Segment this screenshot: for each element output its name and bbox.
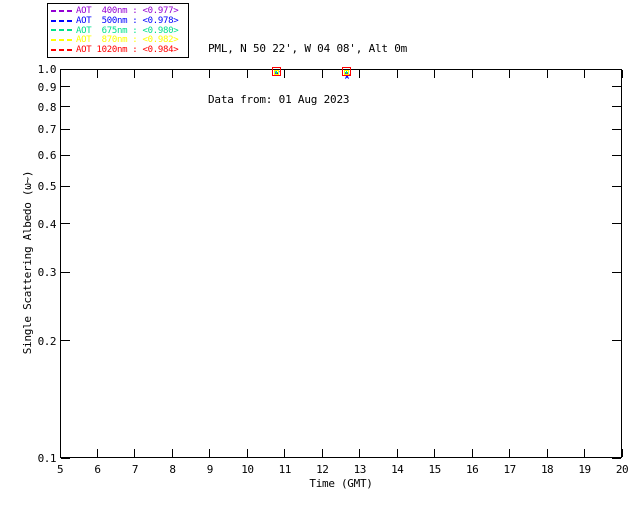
legend-item: AOT 500nm : <0.978>: [50, 16, 188, 26]
data-marker-square: [272, 67, 281, 76]
y-tick: [61, 272, 70, 273]
y-axis-label: Single Scattering Albedo (ω~): [21, 68, 34, 457]
station-title: PML, N 50 22', W 04 08', Alt 0m: [208, 40, 407, 57]
legend-dash-line: [51, 10, 73, 12]
legend-label: AOT 675nm : <0.980>: [76, 26, 178, 36]
y-tick-right: [612, 186, 621, 187]
y-tick: [61, 155, 70, 156]
legend-item: AOT 1020nm : <0.984>: [50, 45, 188, 55]
ssa-plot-canvas: AOT 400nm : <0.977>AOT 500nm : <0.978>AO…: [0, 0, 640, 512]
x-tick-label: 16: [458, 463, 486, 476]
x-tick-top: [472, 70, 473, 78]
x-tick: [584, 449, 585, 457]
x-tick-label: 18: [533, 463, 561, 476]
legend-item: AOT 675nm : <0.980>: [50, 26, 188, 36]
x-tick-label: 19: [571, 463, 599, 476]
x-tick: [509, 449, 510, 457]
legend-item: AOT 870nm : <0.982>: [50, 35, 188, 45]
x-tick-top: [359, 70, 360, 78]
x-tick: [60, 449, 61, 457]
x-tick-label: 7: [121, 463, 149, 476]
x-tick-top: [434, 70, 435, 78]
legend-box: AOT 400nm : <0.977>AOT 500nm : <0.978>AO…: [47, 3, 189, 58]
legend-label: AOT 400nm : <0.977>: [76, 6, 178, 16]
x-tick-top: [509, 70, 510, 78]
legend-label: AOT 1020nm : <0.984>: [76, 45, 178, 55]
y-tick-right: [612, 129, 621, 130]
x-tick: [472, 449, 473, 457]
x-axis-label: Time (GMT): [281, 477, 401, 490]
x-tick-top: [172, 70, 173, 78]
x-tick: [359, 449, 360, 457]
x-tick-top: [97, 70, 98, 78]
x-tick: [547, 449, 548, 457]
y-tick: [61, 186, 70, 187]
y-tick: [61, 458, 70, 459]
legend-item: AOT 400nm : <0.977>: [50, 6, 188, 16]
legend-dash-line: [51, 29, 73, 31]
x-tick: [397, 449, 398, 457]
x-tick-top: [547, 70, 548, 78]
x-tick-label: 6: [83, 463, 111, 476]
x-tick-label: 12: [308, 463, 336, 476]
x-tick-label: 8: [158, 463, 186, 476]
x-tick-top: [622, 70, 623, 78]
x-tick-top: [60, 70, 61, 78]
y-tick: [61, 86, 70, 87]
y-tick: [61, 223, 70, 224]
legend-dash-line: [51, 39, 73, 41]
x-tick-top: [322, 70, 323, 78]
y-tick: [61, 129, 70, 130]
x-tick-top: [134, 70, 135, 78]
y-tick-right: [612, 155, 621, 156]
x-tick-label: 14: [383, 463, 411, 476]
x-tick-label: 15: [421, 463, 449, 476]
x-tick-label: 20: [608, 463, 636, 476]
x-tick: [622, 449, 623, 457]
x-tick: [134, 449, 135, 457]
x-tick: [322, 449, 323, 457]
y-tick: [61, 106, 70, 107]
x-tick-top: [397, 70, 398, 78]
x-tick: [172, 449, 173, 457]
x-tick-top: [247, 70, 248, 78]
legend-dash-line: [51, 20, 73, 22]
x-tick-top: [209, 70, 210, 78]
y-tick-right: [612, 86, 621, 87]
x-tick-label: 13: [346, 463, 374, 476]
plot-frame: [60, 69, 622, 458]
x-tick: [434, 449, 435, 457]
legend-dash-line: [51, 49, 73, 51]
x-tick: [97, 449, 98, 457]
y-tick-right: [612, 106, 621, 107]
y-tick-right: [612, 272, 621, 273]
x-tick-top: [284, 70, 285, 78]
x-tick: [209, 449, 210, 457]
x-tick: [247, 449, 248, 457]
x-tick-label: 17: [496, 463, 524, 476]
legend-label: AOT 500nm : <0.978>: [76, 16, 178, 26]
y-tick-right: [612, 69, 621, 70]
y-tick-right: [612, 458, 621, 459]
x-tick-label: 10: [233, 463, 261, 476]
x-tick-label: 11: [271, 463, 299, 476]
x-tick-label: 9: [196, 463, 224, 476]
y-tick: [61, 69, 70, 70]
y-tick-right: [612, 223, 621, 224]
x-tick-top: [584, 70, 585, 78]
y-tick-right: [612, 340, 621, 341]
y-tick: [61, 340, 70, 341]
legend-label: AOT 870nm : <0.982>: [76, 35, 178, 45]
data-marker-square: [342, 67, 351, 76]
x-tick: [284, 449, 285, 457]
